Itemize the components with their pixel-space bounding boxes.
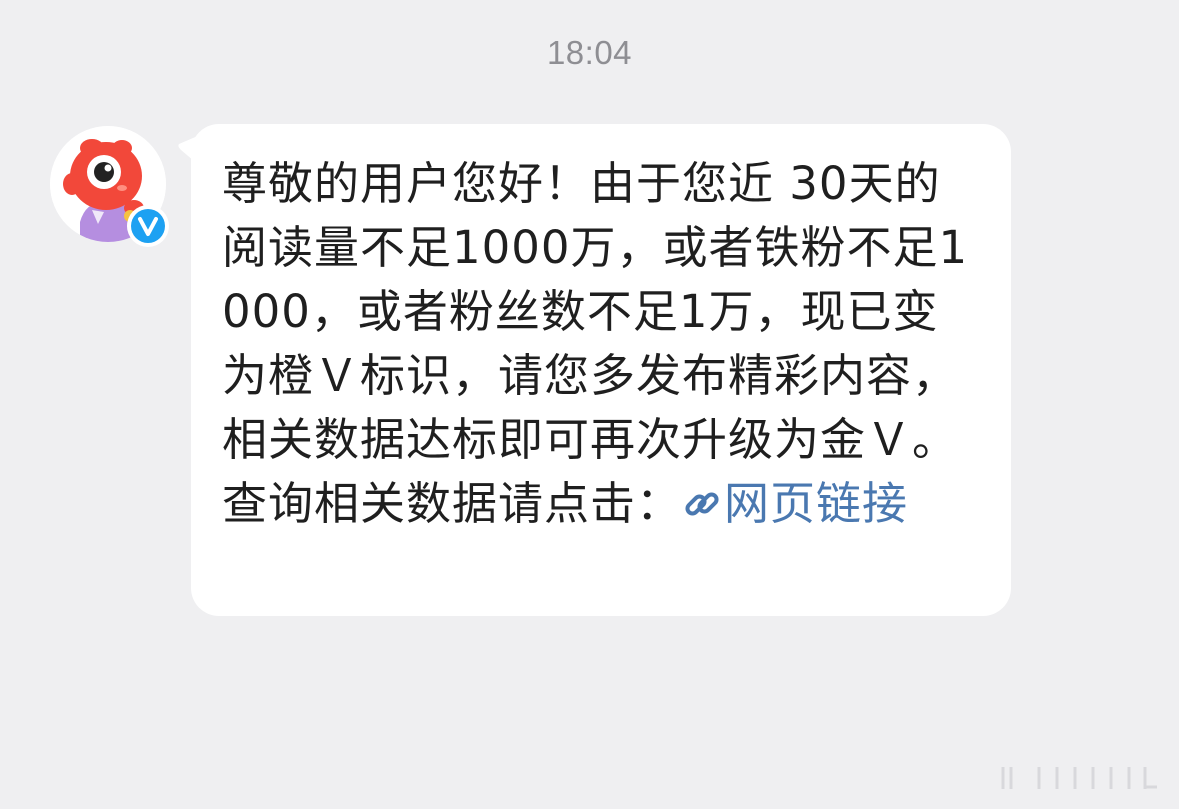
link-icon (685, 492, 719, 516)
web-link[interactable]: 网页链接 (682, 477, 908, 530)
message-timestamp: 18:04 (546, 34, 633, 71)
verified-v-icon (131, 209, 165, 243)
verified-badge (127, 205, 169, 247)
web-link-label: 网页链接 (724, 477, 909, 530)
scroll-indicator (1001, 767, 1157, 789)
message-text: 尊敬的用户您好！由于您近 30天的阅读量不足1000万，或者铁粉不足1000，或… (222, 152, 982, 536)
message-body: 尊敬的用户您好！由于您近 30天的阅读量不足1000万，或者铁粉不足1000，或… (222, 157, 969, 530)
